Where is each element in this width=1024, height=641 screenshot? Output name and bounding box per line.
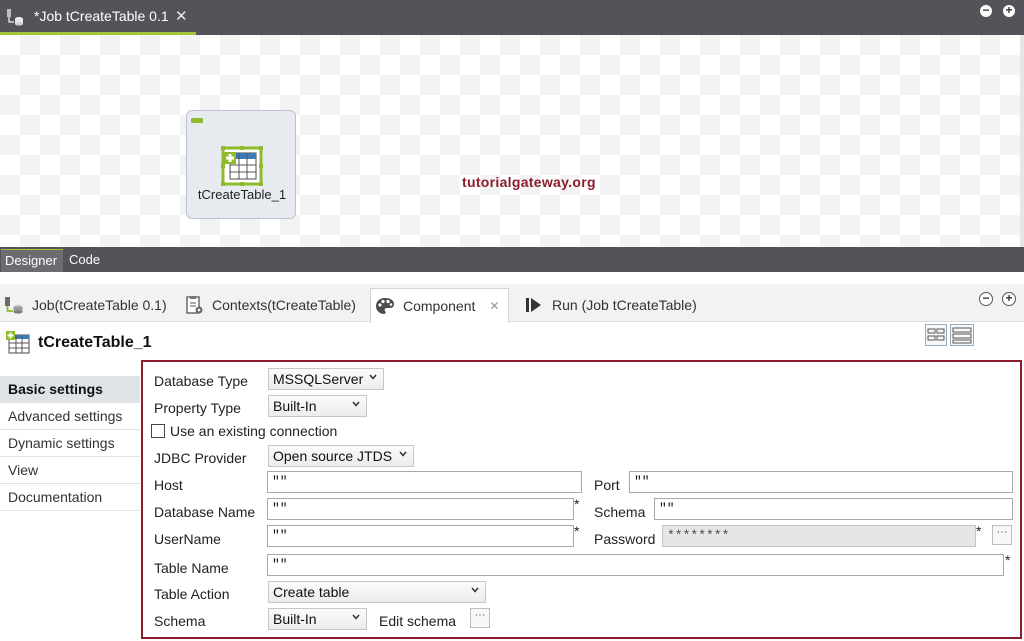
table-create-icon <box>6 331 30 354</box>
nav-documentation[interactable]: Documentation <box>0 484 140 511</box>
edit-schema-label: Edit schema <box>379 613 457 629</box>
chevron-down-icon <box>352 614 360 620</box>
tab-component[interactable]: Component ✕ <box>370 288 509 323</box>
schema-label: Schema <box>594 504 646 520</box>
property-type-label: Property Type <box>154 400 241 416</box>
table-name-label: Table Name <box>154 560 229 576</box>
required-marker: * <box>1005 552 1011 568</box>
username-label: UserName <box>154 531 221 547</box>
minimize-icon[interactable]: − <box>979 292 993 306</box>
required-marker: * <box>574 523 580 539</box>
jdbc-provider-value: Open source JTDS <box>273 448 393 464</box>
tab-job[interactable]: Job(tCreateTable 0.1) <box>4 288 167 322</box>
editor-tab-bar: *Job tCreateTable 0.1 ✕ − + <box>0 0 1024 35</box>
component-tcreatetable[interactable]: tCreateTable_1 <box>186 110 296 219</box>
job-icon <box>5 297 23 314</box>
editor-tab-job[interactable]: *Job tCreateTable 0.1 ✕ <box>0 0 196 35</box>
host-input[interactable]: "" <box>267 471 582 493</box>
tab-contexts-label: Contexts(tCreateTable) <box>212 297 356 313</box>
design-canvas[interactable]: tCreateTable_1 tutorialgateway.org <box>0 35 1020 247</box>
host-label: Host <box>154 477 183 493</box>
schema-type-value: Built-In <box>273 611 317 627</box>
use-existing-connection-checkbox[interactable] <box>151 424 165 438</box>
nav-view[interactable]: View <box>0 457 140 484</box>
password-label: Password <box>594 531 656 547</box>
close-icon[interactable]: ✕ <box>489 299 499 313</box>
tab-run-label: Run (Job tCreateTable) <box>552 297 697 313</box>
database-type-value: MSSQLServer <box>273 371 364 387</box>
component-header: tCreateTable_1 <box>0 324 1024 360</box>
table-action-value: Create table <box>273 584 350 600</box>
collapse-icon[interactable] <box>191 118 203 123</box>
table-create-icon <box>221 146 263 186</box>
contexts-icon <box>186 296 203 314</box>
editor-view-tabs: Designer Code <box>0 247 1024 272</box>
watermark-text: tutorialgateway.org <box>462 174 596 190</box>
property-type-select[interactable]: Built-In <box>268 395 367 417</box>
run-icon <box>526 298 541 312</box>
tab-job-label: Job(tCreateTable 0.1) <box>32 297 167 313</box>
schema-input[interactable]: "" <box>654 498 1013 520</box>
editor-tab-title: *Job tCreateTable 0.1 <box>34 8 169 24</box>
jdbc-provider-select[interactable]: Open source JTDS <box>268 445 414 467</box>
component-label: tCreateTable_1 <box>197 187 287 202</box>
database-type-label: Database Type <box>154 373 248 389</box>
schema-type-label: Schema <box>154 613 206 629</box>
table-name-input[interactable]: "" <box>267 554 1004 576</box>
tab-designer[interactable]: Designer <box>1 249 63 272</box>
maximize-icon[interactable]: + <box>1002 292 1016 306</box>
palette-icon <box>376 298 394 314</box>
tab-contexts[interactable]: Contexts(tCreateTable) <box>184 288 356 322</box>
canvas-scrollbar[interactable] <box>1020 35 1024 272</box>
nav-advanced-settings[interactable]: Advanced settings <box>0 403 140 430</box>
password-input[interactable]: ******** <box>662 525 976 547</box>
port-input[interactable]: "" <box>629 471 1013 493</box>
schema-type-select[interactable]: Built-In <box>268 608 367 630</box>
job-icon <box>7 9 23 26</box>
chevron-down-icon <box>352 401 360 407</box>
maximize-icon[interactable]: + <box>1002 4 1016 18</box>
settings-nav: Basic settings Advanced settings Dynamic… <box>0 376 140 511</box>
required-marker: * <box>976 523 982 539</box>
table-action-select[interactable]: Create table <box>268 581 486 603</box>
database-type-select[interactable]: MSSQLServer <box>268 368 384 390</box>
chevron-down-icon <box>471 587 479 593</box>
database-name-input[interactable]: "" <box>267 498 574 520</box>
component-title: tCreateTable_1 <box>38 334 152 351</box>
username-input[interactable]: "" <box>267 525 574 547</box>
use-existing-connection-label: Use an existing connection <box>170 423 338 439</box>
jdbc-provider-label: JDBC Provider <box>154 450 247 466</box>
chevron-down-icon <box>369 374 377 380</box>
layout-stack-icon[interactable] <box>950 324 974 346</box>
property-type-value: Built-In <box>273 398 317 414</box>
database-name-label: Database Name <box>154 504 256 520</box>
nav-basic-settings[interactable]: Basic settings <box>0 376 140 403</box>
required-marker: * <box>574 496 580 512</box>
chevron-down-icon <box>399 451 407 457</box>
component-panel: Job(tCreateTable 0.1) Contexts(tCreateTa… <box>0 284 1024 641</box>
panel-tab-bar: Job(tCreateTable 0.1) Contexts(tCreateTa… <box>0 284 1024 323</box>
edit-schema-button[interactable]: ··· <box>470 608 490 628</box>
port-label: Port <box>594 477 620 493</box>
minimize-icon[interactable]: − <box>979 4 993 18</box>
job-editor: *Job tCreateTable 0.1 ✕ − + tCreateTable… <box>0 0 1024 272</box>
table-action-label: Table Action <box>154 586 230 602</box>
password-edit-button[interactable]: ··· <box>992 525 1012 545</box>
tab-code[interactable]: Code <box>65 249 105 272</box>
layout-split-icon[interactable] <box>925 324 947 346</box>
nav-dynamic-settings[interactable]: Dynamic settings <box>0 430 140 457</box>
tab-component-label: Component <box>403 298 476 314</box>
close-icon[interactable]: ✕ <box>175 9 188 24</box>
tab-run[interactable]: Run (Job tCreateTable) <box>524 288 697 322</box>
